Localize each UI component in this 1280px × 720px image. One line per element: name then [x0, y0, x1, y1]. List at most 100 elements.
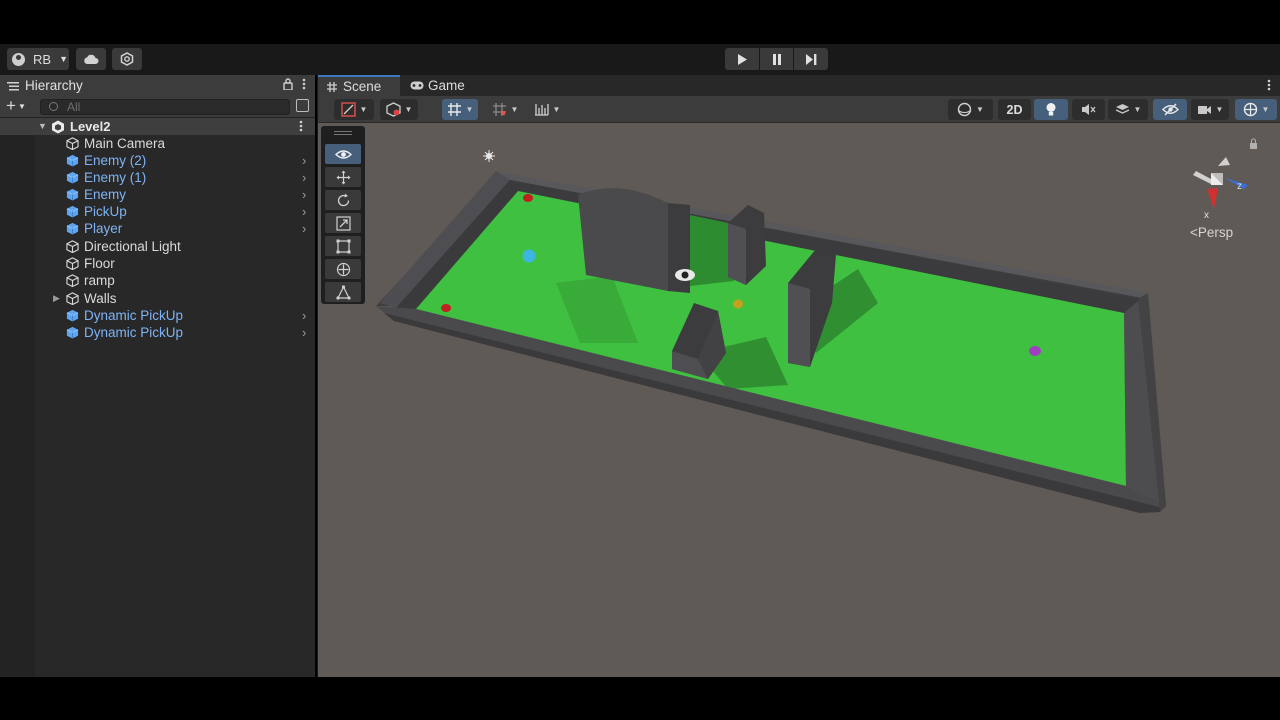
- tree-item-floor[interactable]: Floor: [0, 255, 315, 272]
- tree-item-label: Directional Light: [84, 239, 181, 254]
- ruler-dropdown[interactable]: ▼: [528, 99, 566, 120]
- gizmos-dropdown[interactable]: ▼: [1235, 99, 1277, 120]
- scene-root-row[interactable]: ▼ Level2: [0, 118, 315, 135]
- custom-tool[interactable]: [325, 282, 361, 302]
- shaded-mode-icon: [340, 102, 356, 117]
- fold-closed-icon[interactable]: ▶: [53, 290, 60, 307]
- chevron-right-icon[interactable]: ›: [302, 307, 306, 324]
- main-toolbar: RB ▼: [0, 44, 1280, 75]
- gameobject-icon: [66, 292, 79, 305]
- snap-increment-button[interactable]: ▼: [485, 99, 525, 120]
- chevron-right-icon[interactable]: ›: [302, 220, 306, 237]
- tree-item-dynamic-pickup[interactable]: Dynamic PickUp ›: [0, 324, 315, 341]
- toggle-2d-label: 2D: [1006, 102, 1023, 117]
- tab-scene[interactable]: Scene: [318, 75, 400, 96]
- search-options-icon[interactable]: [296, 99, 309, 112]
- tree-item-label: PickUp: [84, 204, 127, 219]
- scale-tool[interactable]: [325, 213, 361, 233]
- move-tool[interactable]: [325, 167, 361, 187]
- tree-item-enemy[interactable]: Enemy ›: [0, 186, 315, 203]
- camera-dropdown[interactable]: ▼: [1191, 99, 1229, 120]
- tab-game[interactable]: Game: [402, 75, 472, 96]
- eye-slash-icon: [1161, 103, 1179, 116]
- tree-item-dynamic-pickup[interactable]: Dynamic PickUp ›: [0, 307, 315, 324]
- transform-tool[interactable]: [325, 259, 361, 279]
- gameobject-icon: [66, 274, 79, 287]
- account-dropdown[interactable]: RB ▼: [7, 48, 69, 70]
- pause-icon: [772, 53, 781, 65]
- play-button[interactable]: [725, 48, 759, 70]
- tab-hierarchy[interactable]: Hierarchy: [0, 75, 315, 96]
- collab-button[interactable]: [112, 48, 142, 70]
- chevron-right-icon[interactable]: ›: [302, 186, 306, 203]
- tree-item-label: Enemy: [84, 187, 127, 202]
- prefab-icon: [66, 205, 79, 218]
- account-label: RB: [33, 51, 52, 67]
- gameobject-icon: [66, 137, 79, 150]
- chevron-right-icon[interactable]: ›: [302, 203, 306, 220]
- eye-icon: [334, 149, 352, 159]
- chevron-right-icon[interactable]: ›: [302, 324, 306, 341]
- draw-mode-button[interactable]: ▼: [334, 99, 374, 120]
- snap-grid-icon: [492, 103, 506, 116]
- cloud-button[interactable]: [76, 48, 106, 70]
- cloud-icon: [84, 54, 99, 64]
- kebab-menu-icon[interactable]: [1267, 79, 1271, 91]
- shading-dropdown[interactable]: ▼: [380, 99, 418, 120]
- tree-item-enemy-1[interactable]: Enemy (1) ›: [0, 169, 315, 186]
- gamepad-icon: [410, 81, 424, 90]
- chevron-down-icon: ▼: [1261, 105, 1270, 114]
- chevron-down-icon: ▼: [359, 105, 368, 114]
- transform-icon: [336, 262, 350, 276]
- rotate-tool[interactable]: [325, 190, 361, 210]
- pause-button[interactable]: [759, 48, 794, 70]
- tree-item-enemy-2[interactable]: Enemy (2) ›: [0, 152, 315, 169]
- projection-label[interactable]: <Persp: [1190, 225, 1233, 240]
- tree-item-label: ramp: [84, 273, 115, 288]
- hierarchy-search-input[interactable]: All: [40, 99, 290, 115]
- view-tool[interactable]: [325, 144, 361, 164]
- globe-gizmo-icon: [1243, 102, 1257, 117]
- chevron-right-icon[interactable]: ›: [302, 169, 306, 186]
- search-placeholder: All: [67, 100, 81, 114]
- step-button[interactable]: [794, 48, 829, 70]
- effects-dropdown[interactable]: ▼: [1108, 99, 1148, 120]
- tab-game-label: Game: [428, 78, 465, 93]
- play-controls: [725, 48, 829, 70]
- tree-item-walls[interactable]: ▶ Walls: [0, 290, 315, 307]
- palette-drag-handle[interactable]: [334, 131, 352, 132]
- scene-viewport[interactable]: z x <Persp: [318, 123, 1280, 677]
- user-icon: [12, 52, 25, 66]
- scene-toolbar: ▼ ▼ ▼ ▼ ▼ ▼ 2D ▼ ▼ ▼: [318, 96, 1280, 123]
- chevron-right-icon[interactable]: ›: [302, 152, 306, 169]
- lock-icon[interactable]: [283, 78, 293, 90]
- kebab-menu-icon[interactable]: [299, 120, 303, 132]
- letterbox-bottom: [0, 677, 1280, 720]
- lightbulb-icon: [1046, 103, 1056, 116]
- toggle-2d-button[interactable]: 2D: [998, 99, 1031, 120]
- kebab-menu-icon[interactable]: [302, 78, 306, 90]
- rect-tool[interactable]: [325, 236, 361, 256]
- chevron-down-icon: ▼: [510, 105, 519, 114]
- hierarchy-panel: Hierarchy + ▼ All ▼ Level2 Main Camera En…: [0, 75, 315, 677]
- tree-item-label: Floor: [84, 256, 115, 271]
- tree-item-ramp[interactable]: ramp: [0, 272, 315, 289]
- tree-item-directional-light[interactable]: Directional Light: [0, 238, 315, 255]
- audio-toggle[interactable]: [1072, 99, 1105, 120]
- tool-palette: [321, 126, 365, 304]
- add-object-button[interactable]: + ▼: [6, 97, 26, 115]
- grid-snap-toggle[interactable]: ▼: [442, 99, 478, 120]
- play-icon: [737, 53, 747, 65]
- tree-item-main-camera[interactable]: Main Camera: [0, 135, 315, 152]
- lighting-toggle[interactable]: [1034, 99, 1068, 120]
- scene-visibility-toggle[interactable]: [1153, 99, 1187, 120]
- tree-item-player[interactable]: Player ›: [0, 220, 315, 237]
- gameobject-icon: [66, 240, 79, 253]
- global-local-toggle[interactable]: ▼: [948, 99, 993, 120]
- tree-item-label: Dynamic PickUp: [84, 325, 184, 340]
- scene-render[interactable]: z x: [318, 123, 1280, 677]
- chevron-down-icon: ▼: [1133, 105, 1142, 114]
- chevron-down-icon: ▼: [976, 105, 984, 114]
- tree-item-pickup[interactable]: PickUp ›: [0, 203, 315, 220]
- chevron-down-icon: ▼: [1215, 105, 1224, 114]
